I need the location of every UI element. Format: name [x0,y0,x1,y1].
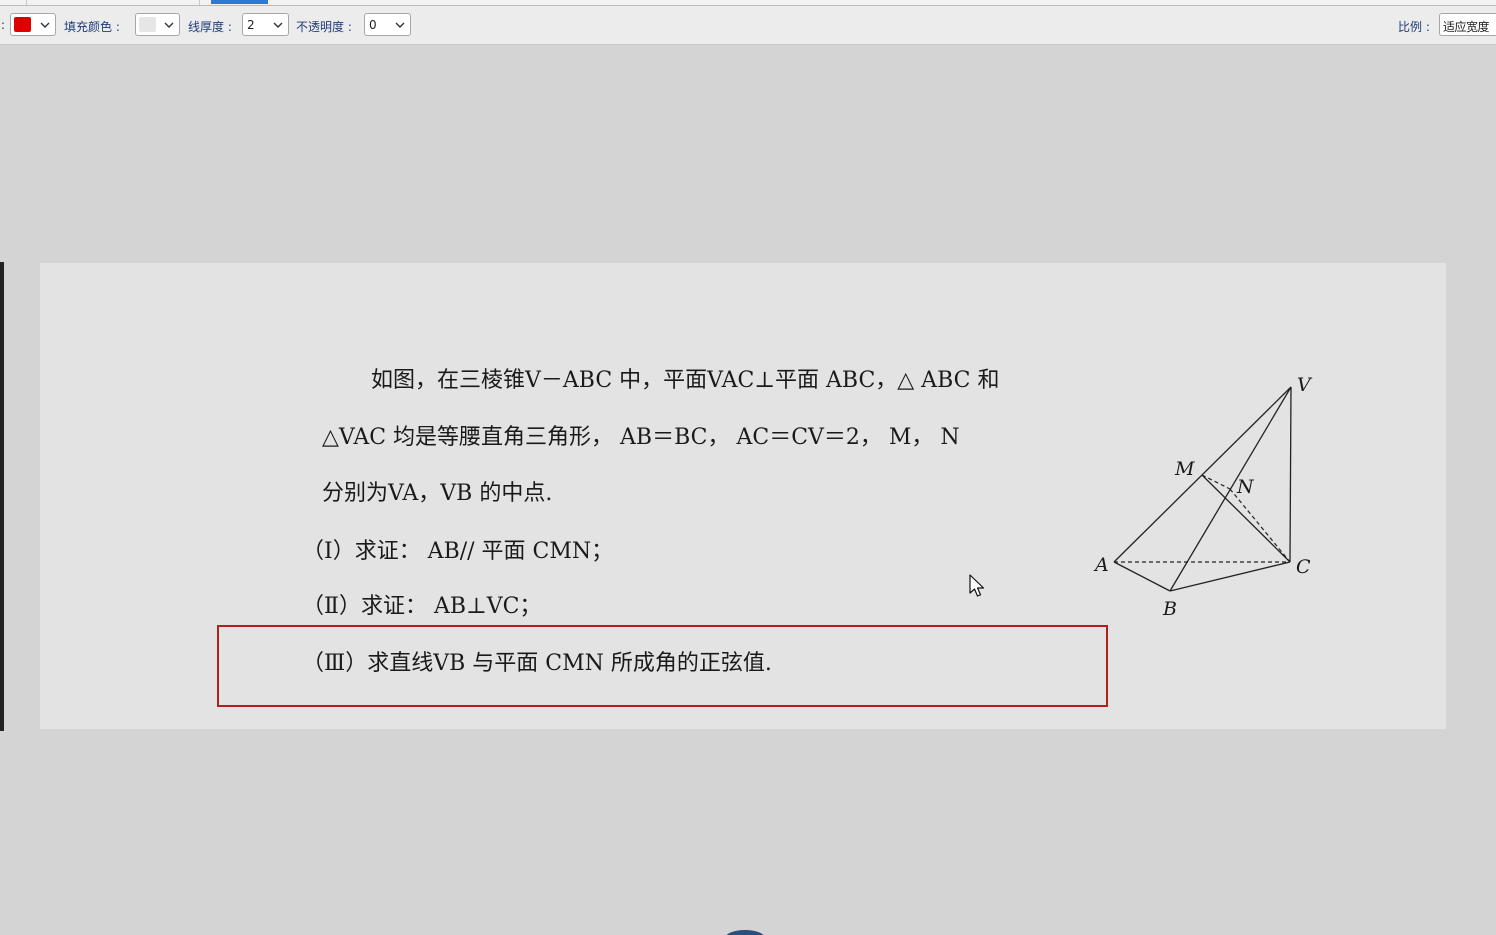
mouse-pointer-icon [969,574,985,597]
line-thickness-value: 2 [247,18,255,32]
fill-color-select[interactable] [135,13,180,36]
tab-separator [199,0,200,5]
segment-NC-hidden [1229,488,1291,563]
tab-separator [26,0,27,5]
stroke-color-label: : [1,18,6,32]
chevron-down-icon [271,16,285,33]
fill-color-label: 填充颜色 : [64,20,120,34]
stroke-color-swatch [14,17,31,32]
problem-line-1: 如图，在三棱锥V－ABC 中，平面VAC⊥平面 ABC，△ ABC 和 [371,368,1000,393]
vertex-label-M: M [1174,458,1195,480]
question-part-1: （Ⅰ）求证： AB// 平面 CMN； [302,539,614,564]
zoom-scale-select[interactable]: 适应宽度 [1439,13,1496,36]
left-edge-bar [0,262,4,731]
stroke-color-select[interactable] [10,13,56,36]
chevron-down-icon [162,16,176,33]
problem-line-2: △VAC 均是等腰直角三角形， AB＝BC， AC＝CV＝2， M， N [322,425,960,450]
active-tab-indicator[interactable] [211,0,268,4]
line-thickness-select[interactable]: 2 [242,13,289,36]
opacity-value: 0 [369,18,377,32]
annotation-rectangle[interactable] [217,625,1108,707]
zoom-scale-label: 比例 : [1398,20,1430,34]
line-thickness-label: 线厚度 : [188,20,232,34]
chevron-down-icon [38,16,52,33]
vertex-label-C: C [1296,556,1311,578]
vertex-label-N: N [1236,476,1255,498]
drawing-toolbar: : 填充颜色 : 线厚度 : 2 不透明度 : 0 比例 : 适应宽度 [0,6,1496,45]
edge-VC [1289,386,1292,563]
vertex-label-B: B [1162,598,1177,620]
pyramid-figure: V M N A B C [1093,374,1313,620]
bottom-scroll-indicator[interactable] [722,928,768,935]
fill-color-swatch [139,17,156,32]
vertex-label-V: V [1297,374,1313,396]
opacity-label: 不透明度 : [296,20,352,34]
chevron-down-icon [393,16,407,33]
opacity-select[interactable]: 0 [364,13,411,36]
zoom-scale-value: 适应宽度 [1443,20,1490,34]
segment-MN-hidden [1201,474,1231,490]
edge-BC [1169,561,1291,592]
vertex-label-A: A [1093,554,1109,576]
question-part-2: （Ⅱ）求证： AB⊥VC； [302,594,542,619]
edge-AB [1113,561,1171,592]
problem-line-3: 分别为VA，VB 的中点. [322,481,553,506]
